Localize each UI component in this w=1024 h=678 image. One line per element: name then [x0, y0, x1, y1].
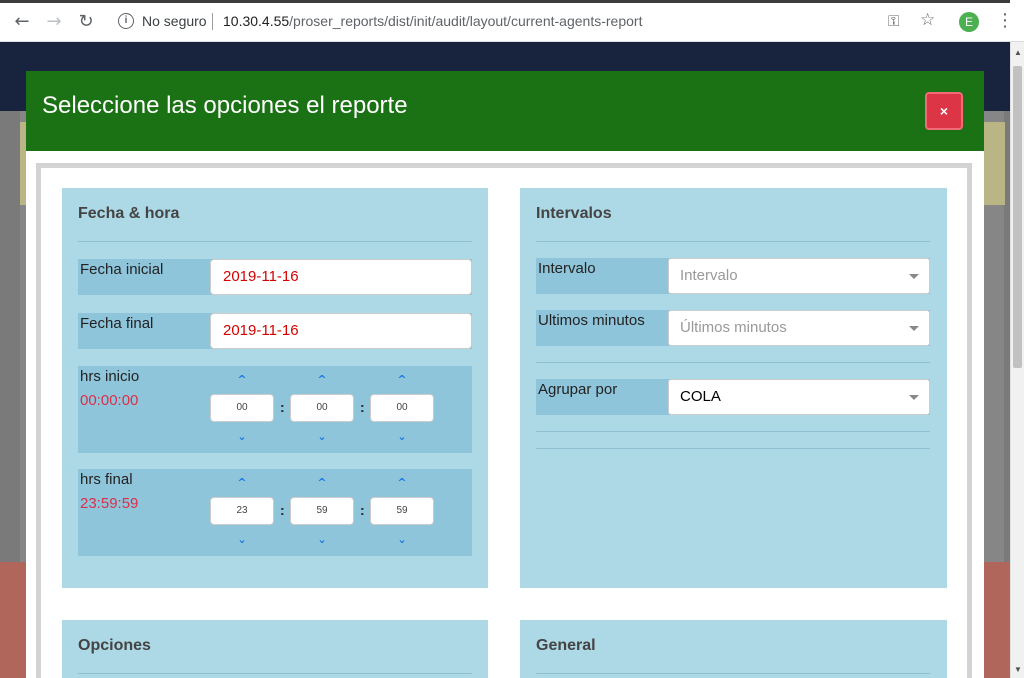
second-up-icon[interactable]: ^	[396, 374, 408, 385]
hrs-inicio-minute-input[interactable]: 00	[290, 394, 354, 422]
hrs-inicio-second-input[interactable]: 00	[370, 394, 434, 422]
intervalo-label: Intervalo	[538, 260, 596, 277]
agrupar-value: COLA	[680, 388, 721, 405]
fecha-final-label: Fecha final	[80, 315, 154, 332]
modal-title: Seleccione las opciones el reporte	[42, 92, 408, 119]
url-host: 10.30.4.55	[223, 13, 290, 29]
time-separator: :	[280, 502, 285, 518]
divider	[536, 673, 930, 674]
hrs-inicio-row: hrs inicio 00:00:00 ^ ^ ^ 00 : 00 : 00 ⌄…	[78, 366, 472, 453]
fecha-hora-card: Fecha & hora Fecha inicial 2019-11-16 Fe…	[62, 188, 488, 588]
divider	[78, 673, 472, 674]
hrs-final-label: hrs final	[80, 471, 133, 488]
second-down-icon[interactable]: ⌄	[396, 431, 408, 442]
key-icon[interactable]: ⚿	[888, 12, 899, 30]
not-secure-label: No seguro	[142, 13, 207, 29]
agrupar-label: Agrupar por	[538, 381, 618, 398]
second-down-icon[interactable]: ⌄	[396, 534, 408, 545]
fecha-inicial-input[interactable]: 2019-11-16	[210, 259, 472, 295]
divider	[78, 241, 472, 242]
scroll-thumb[interactable]	[1013, 66, 1022, 368]
report-options-modal: Seleccione las opciones el reporte × Fec…	[26, 71, 984, 678]
info-icon[interactable]: i	[118, 13, 134, 29]
caret-down-icon	[909, 326, 919, 331]
browser-toolbar: ← → ↻ i No seguro 10.30.4.55/proser_repo…	[0, 0, 1024, 42]
hrs-final-hour-input[interactable]: 23	[210, 497, 274, 525]
hrs-inicio-label: hrs inicio	[80, 368, 140, 385]
url-text[interactable]: 10.30.4.55/proser_reports/dist/init/audi…	[223, 13, 642, 29]
hrs-inicio-value: 00:00:00	[80, 392, 139, 409]
divider	[536, 241, 930, 242]
hrs-final-minute-input[interactable]: 59	[290, 497, 354, 525]
hour-up-icon[interactable]: ^	[236, 477, 248, 488]
time-separator: :	[360, 399, 365, 415]
back-icon[interactable]: ←	[11, 11, 33, 33]
ultimos-minutos-row: Ultimos minutos Últimos minutos	[536, 310, 930, 346]
hour-down-icon[interactable]: ⌄	[236, 534, 248, 545]
opciones-card: Opciones	[62, 620, 488, 678]
intervalos-card: Intervalos Intervalo Intervalo Ultimos m…	[520, 188, 947, 588]
hrs-final-value: 23:59:59	[80, 495, 139, 512]
ultimos-minutos-select[interactable]: Últimos minutos	[668, 310, 930, 346]
caret-down-icon	[909, 395, 919, 400]
fecha-final-row: Fecha final 2019-11-16	[78, 313, 472, 349]
opciones-title: Opciones	[78, 637, 151, 654]
address-bar[interactable]: i No seguro 10.30.4.55/proser_reports/di…	[110, 7, 970, 36]
close-button[interactable]: ×	[925, 92, 963, 130]
time-separator: :	[280, 399, 285, 415]
fecha-inicial-row: Fecha inicial 2019-11-16	[78, 259, 472, 295]
tab-strip-edge	[0, 0, 1010, 3]
ultimos-minutos-label: Ultimos minutos	[538, 312, 645, 329]
agrupar-row: Agrupar por COLA	[536, 379, 930, 415]
minute-down-icon[interactable]: ⌄	[316, 534, 328, 545]
hour-up-icon[interactable]: ^	[236, 374, 248, 385]
minute-up-icon[interactable]: ^	[316, 477, 328, 488]
fecha-inicial-value: 2019-11-16	[223, 268, 299, 285]
fecha-inicial-label: Fecha inicial	[80, 261, 164, 278]
hrs-final-second-input[interactable]: 59	[370, 497, 434, 525]
fecha-hora-title: Fecha & hora	[78, 205, 180, 222]
kebab-menu-icon[interactable]: ⋮	[996, 10, 1014, 31]
divider	[536, 362, 930, 363]
second-up-icon[interactable]: ^	[396, 477, 408, 488]
scroll-up-icon[interactable]: ▲	[1014, 48, 1022, 57]
scroll-down-icon[interactable]: ▼	[1014, 665, 1022, 674]
caret-down-icon	[909, 274, 919, 279]
avatar[interactable]: E	[959, 12, 979, 32]
divider	[536, 448, 930, 449]
time-separator: :	[360, 502, 365, 518]
minute-up-icon[interactable]: ^	[316, 374, 328, 385]
agrupar-select[interactable]: COLA	[668, 379, 930, 415]
intervalo-placeholder: Intervalo	[680, 267, 738, 284]
address-separator	[212, 13, 213, 30]
general-title: General	[536, 637, 596, 654]
hrs-final-row: hrs final 23:59:59 ^ ^ ^ 23 : 59 : 59 ⌄ …	[78, 469, 472, 556]
general-card: General	[520, 620, 947, 678]
intervalo-row: Intervalo Intervalo	[536, 258, 930, 294]
page-scrollbar[interactable]: ▲ ▼	[1010, 42, 1024, 678]
fecha-final-value: 2019-11-16	[223, 322, 299, 339]
modal-header: Seleccione las opciones el reporte ×	[26, 71, 984, 151]
hrs-inicio-hour-input[interactable]: 00	[210, 394, 274, 422]
star-icon[interactable]: ☆	[920, 10, 935, 30]
hour-down-icon[interactable]: ⌄	[236, 431, 248, 442]
reload-icon[interactable]: ↻	[75, 11, 97, 33]
url-path: /proser_reports/dist/init/audit/layout/c…	[289, 13, 643, 29]
fecha-final-input[interactable]: 2019-11-16	[210, 313, 472, 349]
ultimos-minutos-placeholder: Últimos minutos	[680, 319, 787, 336]
minute-down-icon[interactable]: ⌄	[316, 431, 328, 442]
forward-icon[interactable]: →	[43, 11, 65, 33]
divider	[536, 431, 930, 432]
intervalo-select[interactable]: Intervalo	[668, 258, 930, 294]
intervalos-title: Intervalos	[536, 205, 612, 222]
modal-body: Fecha & hora Fecha inicial 2019-11-16 Fe…	[36, 163, 972, 678]
